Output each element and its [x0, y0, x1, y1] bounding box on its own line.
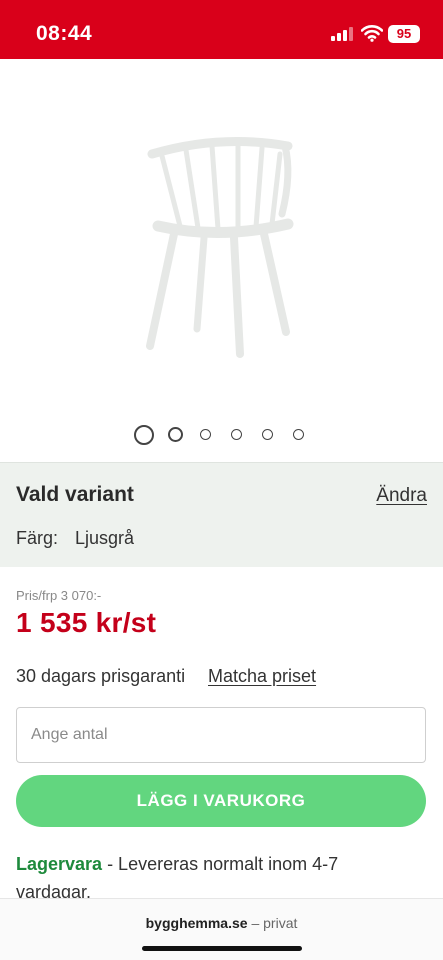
- gallery-dot-5[interactable]: [262, 429, 273, 440]
- browser-address-bar[interactable]: bygghemma.se – privat: [0, 898, 443, 960]
- variant-section: Vald variant Ändra Färg: Ljusgrå: [0, 462, 443, 567]
- domain-separator: –: [247, 915, 264, 931]
- browser-domain[interactable]: bygghemma.se – privat: [0, 915, 443, 931]
- change-variant-link[interactable]: Ändra: [376, 485, 427, 507]
- battery-icon: 95: [388, 25, 420, 43]
- color-value: Ljusgrå: [75, 528, 135, 548]
- stock-label: Lagervara: [16, 854, 103, 874]
- gallery-dot-6[interactable]: [293, 429, 304, 440]
- status-time: 08:44: [36, 22, 93, 45]
- wifi-icon: [360, 24, 384, 42]
- current-price: 1 535 kr/st: [16, 607, 157, 638]
- add-to-cart-button[interactable]: LÄGG I VARUKORG: [16, 775, 426, 827]
- home-indicator[interactable]: [142, 946, 302, 951]
- chair-image: [146, 137, 294, 358]
- original-price: Pris/frp 3 070:-: [16, 588, 102, 603]
- color-label: Färg:: [16, 528, 59, 548]
- price-guarantee-text: 30 dagars prisgaranti: [16, 666, 186, 686]
- status-bar: 08:44 95: [0, 0, 443, 59]
- product-image-gallery[interactable]: [0, 59, 443, 419]
- gallery-dot-1[interactable]: [134, 425, 154, 445]
- gallery-dot-3[interactable]: [200, 429, 211, 440]
- domain-name: bygghemma.se: [145, 915, 248, 931]
- match-price-link[interactable]: Matcha priset: [208, 666, 316, 687]
- gallery-dot-2[interactable]: [168, 427, 183, 442]
- signal-icon: [331, 27, 355, 41]
- gallery-pagination: [0, 424, 443, 446]
- browsing-mode: privat: [263, 915, 298, 931]
- variant-title: Vald variant: [16, 483, 134, 506]
- quantity-input[interactable]: [16, 707, 426, 763]
- gallery-dot-4[interactable]: [231, 429, 242, 440]
